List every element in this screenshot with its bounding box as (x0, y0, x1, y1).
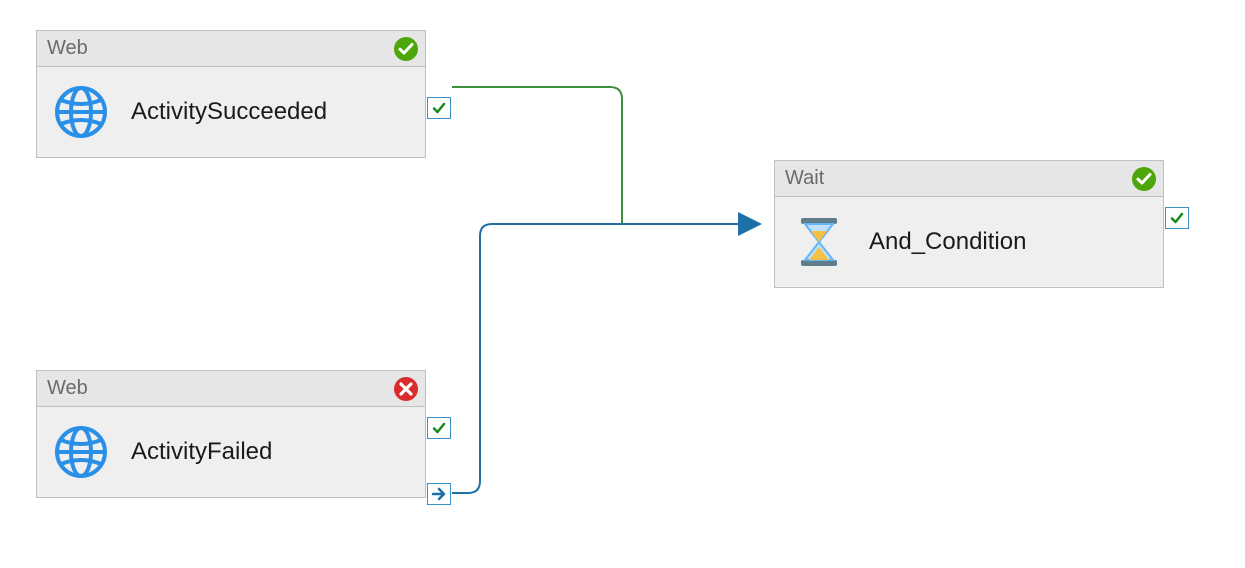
output-port-success[interactable] (427, 97, 451, 119)
node-title: ActivitySucceeded (131, 98, 327, 126)
status-success-icon (1131, 166, 1157, 192)
hourglass-icon (791, 214, 847, 270)
output-port-success[interactable] (427, 417, 451, 439)
globe-icon (53, 84, 109, 140)
node-wait-and-condition[interactable]: Wait (774, 160, 1164, 288)
node-body: And_Condition (775, 197, 1163, 287)
node-header: Web (37, 31, 425, 67)
status-success-icon (393, 36, 419, 62)
globe-icon (53, 424, 109, 480)
pipeline-canvas[interactable]: Web ActivitySucceeded (0, 0, 1245, 568)
node-activity-succeeded[interactable]: Web ActivitySucceeded (36, 30, 426, 158)
node-type-label: Web (47, 37, 88, 60)
node-header: Web (37, 371, 425, 407)
node-title: ActivityFailed (131, 438, 272, 466)
node-title: And_Condition (869, 228, 1026, 256)
node-activity-failed[interactable]: Web ActivityFailed (36, 370, 426, 498)
node-header: Wait (775, 161, 1163, 197)
connector-completion (452, 224, 760, 493)
output-port-success[interactable] (1165, 207, 1189, 229)
node-type-label: Web (47, 377, 88, 400)
node-body: ActivityFailed (37, 407, 425, 497)
node-body: ActivitySucceeded (37, 67, 425, 157)
connector-success (452, 87, 760, 224)
output-port-completion[interactable] (427, 483, 451, 505)
node-type-label: Wait (785, 167, 824, 190)
status-failure-icon (393, 376, 419, 402)
